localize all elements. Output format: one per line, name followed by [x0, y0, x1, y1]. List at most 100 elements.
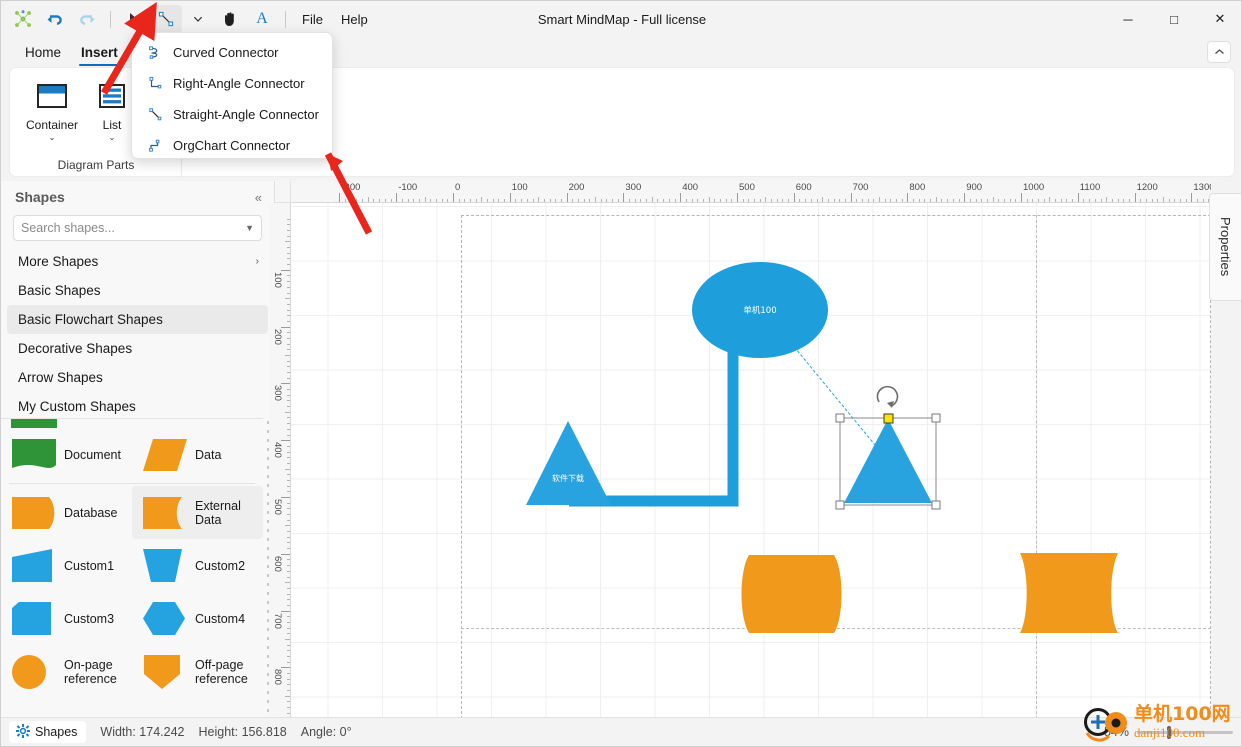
vertical-ruler[interactable]: 100 200 300 400 500 600 700 800: [269, 203, 291, 719]
ruler-tick-minor: [998, 199, 1000, 202]
svg-text:软件下载: 软件下载: [552, 473, 584, 483]
ruler-tick-minor: [1094, 199, 1096, 202]
gallery-row: Database External Data: [1, 486, 263, 539]
ruler-tick-major: [907, 193, 909, 202]
category-basic-shapes[interactable]: Basic Shapes: [7, 276, 268, 305]
ruler-tick-minor: [424, 197, 426, 202]
ruler-tick-major: [281, 497, 290, 498]
shape-item-external-data[interactable]: External Data: [132, 486, 263, 539]
pointer-tool-icon[interactable]: [118, 5, 150, 33]
chevron-down-icon[interactable]: ▼: [245, 223, 254, 233]
ruler-tick-minor: [685, 199, 687, 202]
ribbon-item-container[interactable]: Container ⌄: [24, 78, 80, 142]
ruler-label: 100: [272, 271, 283, 288]
status-zoom-area: 54%: [1104, 725, 1233, 739]
application-window: A File Help Smart MindMap - Full license…: [0, 0, 1242, 747]
shape-item-label: Custom1: [64, 558, 115, 573]
search-shapes-box[interactable]: ▼: [13, 215, 262, 241]
ruler-tick-major: [1191, 193, 1193, 202]
shape-ellipse-node[interactable]: 单机100: [692, 262, 828, 358]
menu-item-right-angle-connector[interactable]: Right-Angle Connector: [132, 68, 332, 99]
ruler-tick-minor: [1072, 199, 1074, 202]
close-button[interactable]: ✕: [1197, 1, 1241, 37]
shapes-panel-header: Shapes «: [1, 181, 274, 213]
shape-item-label: Custom4: [195, 611, 246, 626]
redo-button[interactable]: [71, 5, 103, 33]
ribbon-item-label: List: [102, 118, 122, 132]
custom4-shape-icon: [142, 601, 188, 637]
hand-pan-icon[interactable]: [214, 5, 246, 33]
connector-tool-icon[interactable]: [150, 5, 182, 33]
ruler-tick-minor: [287, 451, 290, 453]
properties-panel-tab[interactable]: Properties: [1209, 193, 1241, 301]
connector-dropdown-caret[interactable]: [182, 5, 214, 33]
ruler-tick-minor: [890, 199, 892, 202]
category-arrow-shapes[interactable]: Arrow Shapes: [7, 363, 268, 392]
ruler-tick-minor: [287, 712, 290, 714]
ruler-tick-minor: [287, 690, 290, 692]
ruler-tick-minor: [475, 199, 477, 202]
ruler-tick-minor: [458, 199, 460, 202]
minimize-button[interactable]: ─: [1105, 1, 1151, 37]
shape-triangle-selected[interactable]: [835, 413, 941, 510]
status-shapes-chip[interactable]: Shapes: [9, 721, 87, 743]
search-input[interactable]: [21, 221, 246, 235]
shape-item-custom1[interactable]: Custom1: [1, 539, 132, 592]
clipped-shape-swatch[interactable]: [11, 419, 57, 428]
ruler-label: 900: [966, 182, 983, 193]
ribbon-collapse-button[interactable]: [1207, 41, 1231, 63]
diagram-canvas[interactable]: 单机100 软件下载: [291, 203, 1211, 719]
menu-item-orgchart-connector[interactable]: OrgChart Connector: [132, 130, 332, 161]
category-my-custom-shapes[interactable]: My Custom Shapes: [7, 392, 268, 421]
zoom-slider[interactable]: [1137, 725, 1233, 739]
rotate-icon[interactable]: [876, 385, 899, 408]
help-menu[interactable]: Help: [332, 12, 377, 27]
shape-item-label: On-page reference: [64, 657, 117, 686]
file-menu[interactable]: File: [293, 12, 332, 27]
tab-home[interactable]: Home: [15, 45, 71, 66]
ruler-tick-minor: [287, 462, 290, 464]
shape-external-data[interactable]: [1020, 553, 1118, 633]
chevron-down-icon[interactable]: ⌄: [109, 133, 116, 142]
maximize-button[interactable]: □: [1151, 1, 1197, 37]
shape-triangle-left[interactable]: 软件下载: [526, 421, 611, 505]
ruler-tick-major: [566, 193, 568, 202]
shape-item-database[interactable]: Database: [1, 486, 132, 539]
shape-item-document[interactable]: Document: [1, 428, 132, 481]
ruler-tick-minor: [287, 275, 290, 277]
category-more-shapes[interactable]: More Shapes ›: [7, 247, 268, 276]
shape-item-custom2[interactable]: Custom2: [132, 539, 263, 592]
ruler-tick-minor: [470, 199, 472, 202]
database-shape-icon: [11, 495, 57, 531]
zoom-slider-thumb[interactable]: [1167, 725, 1171, 739]
horizontal-ruler[interactable]: -200 -100 0 100 200 300 400 500 600 700 800 900 1000…: [291, 181, 1211, 203]
tab-insert[interactable]: Insert: [71, 45, 128, 66]
menu-item-label: Curved Connector: [173, 45, 279, 60]
ruler-tick-minor: [287, 372, 290, 374]
category-basic-flowchart-shapes[interactable]: Basic Flowchart Shapes: [7, 305, 268, 334]
toolbar-divider-2: [285, 10, 286, 28]
menu-item-curved-connector[interactable]: Curved Connector: [132, 37, 332, 68]
ruler-tick-minor: [287, 286, 290, 288]
ruler-tick-minor: [1185, 199, 1187, 202]
text-tool-icon[interactable]: A: [246, 5, 278, 33]
shape-item-off-page-reference[interactable]: Off-page reference: [132, 645, 263, 698]
shape-item-custom4[interactable]: Custom4: [132, 592, 263, 645]
shape-item-on-page-reference[interactable]: On-page reference: [1, 645, 132, 698]
shape-database[interactable]: [741, 555, 842, 633]
shape-category-list: More Shapes › Basic Shapes Basic Flowcha…: [1, 247, 274, 421]
menu-item-straight-angle-connector[interactable]: Straight-Angle Connector: [132, 99, 332, 130]
shape-item-data[interactable]: Data: [132, 428, 263, 481]
undo-button[interactable]: [39, 5, 71, 33]
ruler-tick-minor: [702, 199, 704, 202]
gallery-divider: [9, 483, 255, 484]
shape-item-label: Custom3: [64, 611, 115, 626]
category-decorative-shapes[interactable]: Decorative Shapes: [7, 334, 268, 363]
ruler-tick-minor: [356, 199, 358, 202]
chevron-double-left-icon[interactable]: «: [255, 190, 262, 205]
shape-item-label: Off-page reference: [195, 657, 248, 686]
ruler-tick-minor: [986, 199, 988, 202]
chevron-down-icon[interactable]: ⌄: [49, 133, 56, 142]
shape-item-custom3[interactable]: Custom3: [1, 592, 132, 645]
app-logo-icon[interactable]: [7, 5, 39, 33]
